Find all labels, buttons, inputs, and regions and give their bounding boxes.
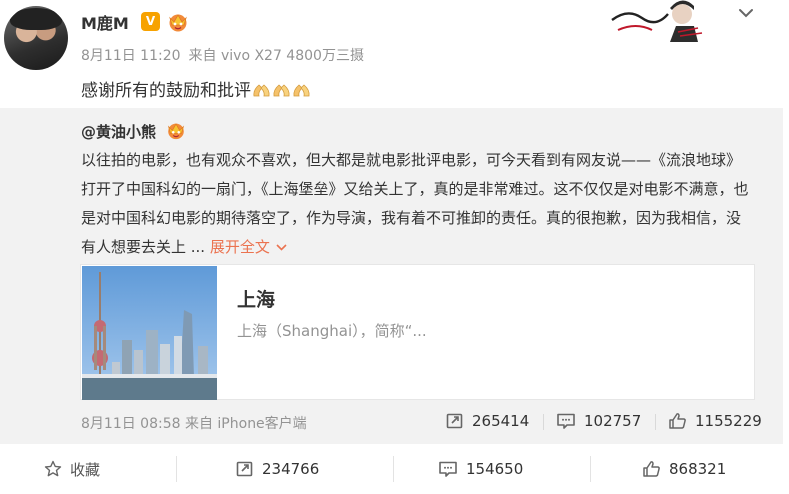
repost-icon	[236, 461, 253, 477]
post-text: 感谢所有的鼓励和批评	[81, 76, 311, 101]
divider	[590, 456, 591, 482]
like-icon	[643, 461, 660, 477]
pray-hands-icon	[293, 84, 310, 97]
repost-stat-reposts[interactable]: 265414	[446, 410, 529, 432]
post-username[interactable]: M鹿M	[81, 10, 129, 34]
like-count: 1155229	[695, 412, 762, 430]
card-description: 上海（Shanghai），简称“...	[237, 322, 427, 340]
divider	[543, 414, 544, 430]
expand-label: 展开全文	[209, 238, 270, 256]
divider	[176, 456, 177, 482]
repost-button[interactable]: 234766	[236, 458, 319, 480]
repost-stat-comments[interactable]: 102757	[556, 410, 641, 432]
repost-text-body: 以往拍的电影，也有观众不喜欢，但大都是就电影批评电影，可今天看到有网友说——《流…	[81, 151, 749, 256]
chevron-down-icon[interactable]	[735, 2, 757, 24]
star-icon	[44, 460, 62, 477]
favorite-label: 收藏	[70, 460, 101, 479]
comment-button[interactable]: 154650	[438, 458, 523, 480]
footer-comment-count: 154650	[466, 460, 524, 478]
crown-badge-icon	[167, 123, 185, 140]
crown-badge-icon	[169, 14, 187, 32]
post-time[interactable]: 8月11日 11:20	[81, 48, 181, 64]
link-card[interactable]: 上海 上海（Shanghai），简称“...	[80, 264, 755, 400]
pray-hands-icon	[273, 84, 290, 97]
footer-repost-count: 234766	[262, 460, 320, 478]
expand-full-text-link[interactable]: 展开全文	[210, 238, 287, 256]
repost-footer-time[interactable]: 8月11日 08:58 来自 iPhone客户端	[81, 413, 307, 433]
divider	[393, 456, 394, 482]
repost-count: 265414	[472, 412, 530, 430]
card-title: 上海	[237, 289, 276, 311]
post-meta: 8月11日 11:20 来自 vivo X27 4800万三摄	[81, 45, 364, 65]
avatar[interactable]	[4, 6, 68, 70]
post-text-body: 感谢所有的鼓励和批评	[81, 81, 251, 101]
repost-username[interactable]: @黄油小熊	[81, 121, 156, 142]
like-button[interactable]: 868321	[642, 458, 726, 480]
divider	[655, 414, 656, 430]
comment-count: 102757	[584, 412, 642, 430]
footer-like-count: 868321	[669, 460, 727, 478]
repost-stat-likes[interactable]: 1155229	[668, 410, 762, 432]
like-icon	[669, 413, 686, 429]
chevron-down-icon	[276, 244, 287, 251]
favorite-button[interactable]: 收藏	[44, 458, 100, 480]
post-source: 来自 vivo X27 4800万三摄	[188, 48, 364, 64]
signature-art-icon	[611, 0, 703, 42]
pray-hands-icon	[253, 84, 270, 97]
repost-icon	[446, 413, 463, 429]
verified-v-icon: V	[141, 12, 160, 31]
shanghai-skyline-thumbnail	[82, 266, 217, 400]
comment-icon	[557, 413, 575, 429]
repost-text: 以往拍的电影，也有观众不喜欢，但大都是就电影批评电影，可今天看到有网友说——《流…	[81, 146, 749, 262]
comment-icon	[439, 461, 457, 477]
